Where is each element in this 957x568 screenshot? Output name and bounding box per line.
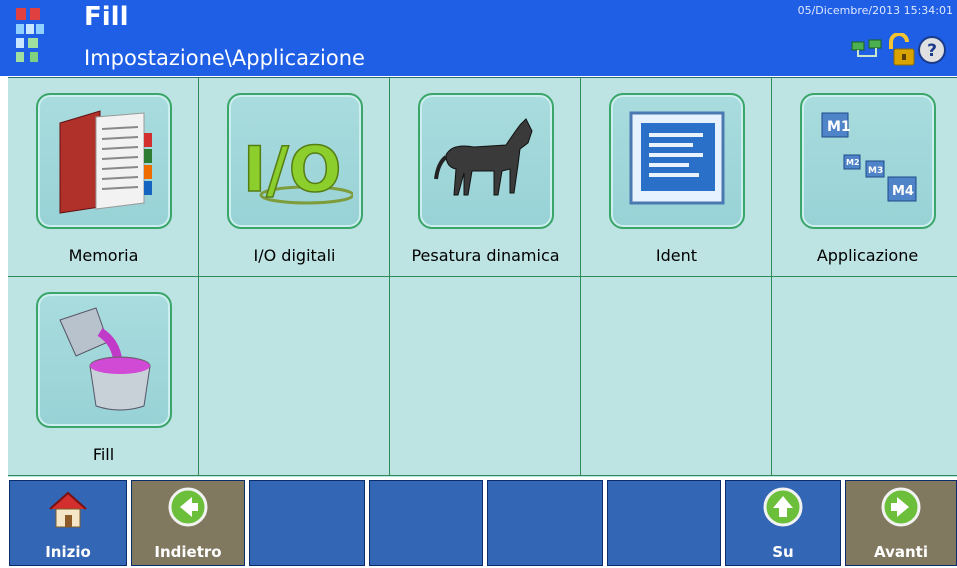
- grid-empty-cell: [581, 277, 772, 476]
- forward-button-label: Avanti: [874, 543, 928, 561]
- grid-item-label: Applicazione: [816, 246, 919, 265]
- forward-button[interactable]: Avanti: [845, 480, 957, 566]
- grid-item-pesatura-dinamica[interactable]: Pesatura dinamica: [390, 78, 581, 277]
- arrow-right-icon: [881, 487, 921, 527]
- svg-text:M2: M2: [846, 158, 860, 167]
- bucket-fill-icon: [59, 307, 151, 411]
- back-button[interactable]: Indietro: [131, 480, 245, 566]
- tile-applicazione[interactable]: M1 M2 M3 M4: [800, 93, 936, 229]
- memory-slots-icon: M1 M2 M3 M4: [821, 112, 917, 202]
- help-icon[interactable]: ?: [917, 35, 947, 65]
- up-button-label: Su: [772, 543, 794, 561]
- svg-text:I/O: I/O: [243, 133, 341, 206]
- tile-memoria[interactable]: [36, 93, 172, 229]
- grid-item-fill[interactable]: Fill: [8, 277, 199, 476]
- page-title: Fill: [84, 2, 129, 32]
- breadcrumb: Impostazione\Applicazione: [84, 46, 365, 70]
- header-bar: Fill Impostazione\Applicazione 05/Dicemb…: [0, 0, 957, 76]
- arrow-left-icon: [168, 487, 208, 527]
- horse-icon: [434, 118, 533, 196]
- grid-item-io-digitali[interactable]: I/O I/O digitali: [199, 78, 390, 277]
- home-button[interactable]: Inizio: [9, 480, 127, 566]
- home-button-label: Inizio: [45, 543, 91, 561]
- lock-open-icon[interactable]: [885, 33, 915, 67]
- svg-text:?: ?: [927, 41, 937, 61]
- network-icon: [851, 39, 882, 57]
- app-logo-icon: [16, 8, 44, 62]
- softkey-empty-3[interactable]: [487, 480, 603, 566]
- grid-empty-cell: [390, 277, 581, 476]
- grid-item-label: Pesatura dinamica: [411, 246, 560, 265]
- svg-text:M3: M3: [868, 166, 883, 176]
- softkey-empty-2[interactable]: [369, 480, 483, 566]
- softkey-empty-1[interactable]: [249, 480, 365, 566]
- grid-empty-cell: [772, 277, 957, 476]
- datetime-display: 05/Dicembre/2013 15:34:01: [797, 4, 953, 17]
- tile-ident[interactable]: [609, 93, 745, 229]
- back-button-label: Indietro: [154, 543, 222, 561]
- memory-book-icon: [59, 110, 152, 214]
- arrow-up-icon: [763, 487, 803, 527]
- home-icon: [49, 491, 87, 528]
- ident-window-icon: [629, 111, 725, 205]
- tile-pesatura-dinamica[interactable]: [418, 93, 554, 229]
- status-icons: ?: [851, 32, 947, 68]
- grid-item-label: Ident: [655, 246, 698, 265]
- application-grid: Memoria I/O I/O digitali Pesatura dinami…: [8, 77, 957, 478]
- tile-io-digitali[interactable]: I/O: [227, 93, 363, 229]
- softkey-bar: Inizio Indietro Su Avanti: [0, 477, 957, 568]
- grid-item-memoria[interactable]: Memoria: [8, 78, 199, 277]
- svg-text:M1: M1: [827, 119, 851, 135]
- grid-item-ident[interactable]: Ident: [581, 78, 772, 277]
- grid-item-applicazione[interactable]: M1 M2 M3 M4 Applicazione: [772, 78, 957, 277]
- grid-item-label: Memoria: [68, 246, 139, 265]
- tile-fill[interactable]: [36, 292, 172, 428]
- up-button[interactable]: Su: [725, 480, 841, 566]
- svg-text:M4: M4: [892, 184, 914, 199]
- grid-item-label: I/O digitali: [253, 246, 336, 265]
- io-icon: I/O: [242, 132, 353, 207]
- softkey-empty-4[interactable]: [607, 480, 721, 566]
- grid-empty-cell: [199, 277, 390, 476]
- grid-item-label: Fill: [92, 445, 115, 464]
